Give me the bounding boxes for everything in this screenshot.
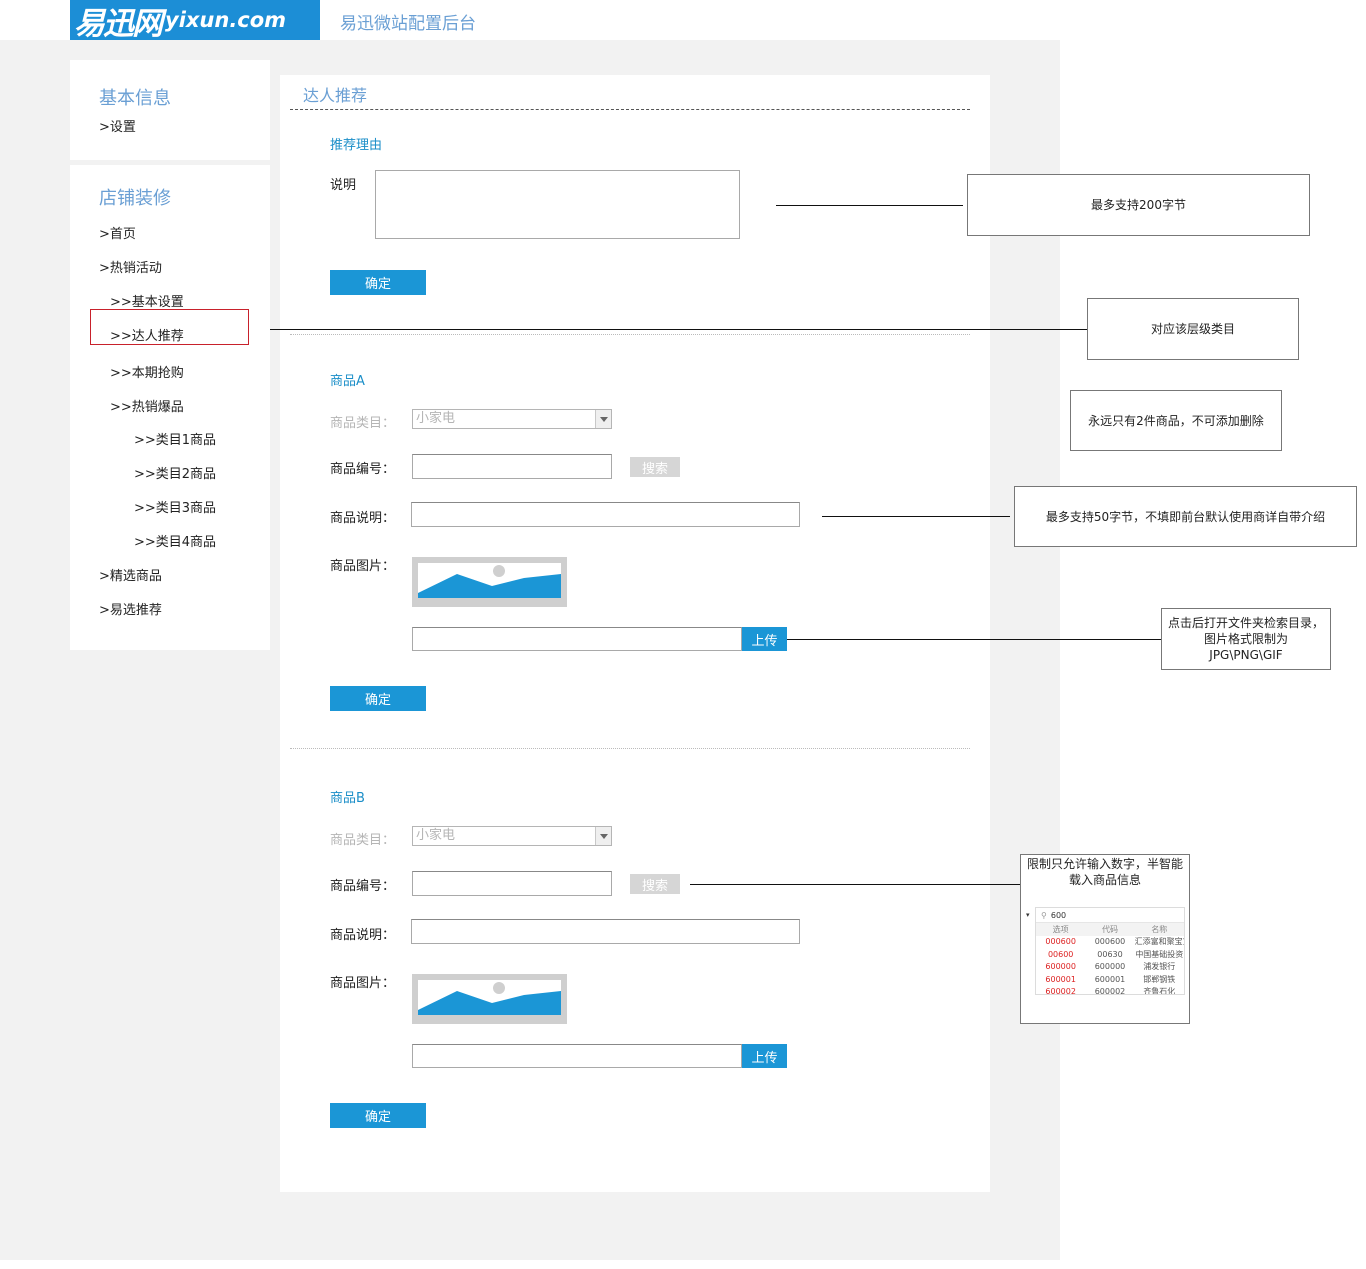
autocomplete-query: 600	[1050, 910, 1067, 920]
app-title: 易迅微站配置后台	[340, 14, 476, 34]
product-a-desc-label: 商品说明：	[330, 511, 396, 526]
product-a-upload-path[interactable]	[412, 627, 742, 651]
product-a-search-button[interactable]: 搜索	[630, 457, 680, 477]
product-b-code-input[interactable]	[412, 871, 612, 896]
page-title: 达人推荐	[303, 86, 368, 105]
product-a-upload-button[interactable]: 上传	[742, 627, 787, 651]
sidebar-item-hot-products[interactable]: >>热销爆品	[110, 396, 184, 415]
autocomplete-header-cell: 代码	[1101, 924, 1118, 934]
autocomplete-cell: 600002	[1094, 987, 1126, 995]
reason-desc-textarea[interactable]	[375, 170, 740, 239]
autocomplete-cell: 600000	[1094, 962, 1126, 972]
section-divider	[290, 334, 970, 335]
product-a-category-select: 小家电	[412, 409, 612, 429]
autocomplete-cell: 浦发银行	[1143, 962, 1176, 972]
sidebar-item-settings[interactable]: >设置	[99, 116, 136, 135]
sidebar-heading-store: 店铺装修	[99, 188, 171, 209]
autocomplete-dropdown[interactable]: ⚲ 600 选项 代码 名称 000600 000600 汇添富和聚宝货币 00…	[1035, 907, 1185, 995]
autocomplete-cell: 600001	[1094, 974, 1126, 984]
note-code-input: 限制只允许输入数字，半智能载入商品信息	[1026, 857, 1183, 887]
autocomplete-row[interactable]: 600000 600000 浦发银行	[1036, 961, 1184, 974]
note-two-items: 永远只有2件商品，不可添加删除	[1070, 390, 1282, 451]
product-a-category-label: 商品类目：	[330, 416, 396, 431]
sidebar-item-featured[interactable]: >精选商品	[99, 565, 162, 584]
section-title-reason: 推荐理由	[330, 138, 383, 153]
sidebar-group-basic	[70, 60, 270, 160]
product-b-search-button[interactable]: 搜索	[630, 874, 680, 894]
autocomplete-cell: 邯郸钢铁	[1143, 974, 1176, 984]
product-b-upload-button[interactable]: 上传	[742, 1044, 787, 1068]
autocomplete-cell: 600001	[1045, 974, 1076, 984]
sidebar-item-flash-sale[interactable]: >>本期抢购	[110, 362, 184, 381]
section-divider	[290, 748, 970, 749]
product-a-desc-input[interactable]	[411, 502, 800, 527]
autocomplete-row[interactable]: 600002 600002 齐鲁石化	[1036, 986, 1184, 995]
product-b-desc-label: 商品说明：	[330, 928, 396, 943]
autocomplete-cell: 00600	[1047, 949, 1074, 959]
annotation-connector	[690, 884, 1020, 885]
product-a-image-label: 商品图片：	[330, 559, 396, 574]
product-a-confirm-button[interactable]: 确定	[330, 686, 426, 711]
annotation-connector	[270, 329, 1087, 330]
annotation-connector	[787, 639, 1161, 640]
sidebar-item-basic-settings[interactable]: >>基本设置	[110, 291, 184, 310]
note-desc-limit: 最多支持200字节	[967, 174, 1310, 236]
search-icon: ⚲	[1041, 910, 1047, 920]
autocomplete-cell: 00630	[1097, 949, 1123, 959]
sidebar-heading-basic: 基本信息	[99, 88, 171, 109]
product-a-code-input[interactable]	[412, 454, 612, 479]
note-product-desc-limit: 最多支持50字节，不填即前台默认使用商详自带介绍	[1014, 486, 1357, 547]
product-b-desc-input[interactable]	[411, 919, 800, 944]
sidebar-item-hot-activity[interactable]: >热销活动	[99, 257, 162, 276]
product-b-category-label: 商品类目：	[330, 833, 396, 848]
autocomplete-cell: 600000	[1045, 962, 1076, 972]
brand-logo[interactable]: 易迅网 yixun.com	[70, 0, 320, 42]
product-b-image-label: 商品图片：	[330, 976, 396, 991]
logo-text-en: yixun.com	[165, 8, 287, 32]
section-title-product-a: 商品A	[330, 374, 365, 389]
product-a-category-value: 小家电	[416, 411, 456, 426]
autocomplete-cell: 600002	[1045, 987, 1076, 995]
reason-desc-label: 说明	[330, 178, 357, 193]
autocomplete-cell: 齐鲁石化	[1143, 987, 1176, 995]
caret-down-icon: ▾	[1026, 911, 1030, 919]
product-b-category-value: 小家电	[416, 828, 456, 843]
autocomplete-header-row: 选项 代码 名称	[1036, 923, 1184, 936]
sidebar-item-category-4[interactable]: >>类目4商品	[134, 531, 216, 550]
annotation-connector	[776, 205, 963, 206]
product-b-category-select: 小家电	[412, 826, 612, 846]
autocomplete-row[interactable]: 00600 00630 中国基础投资	[1036, 948, 1184, 961]
reason-confirm-button[interactable]: 确定	[330, 270, 426, 295]
chevron-down-icon	[595, 827, 611, 845]
product-b-code-label: 商品编号：	[330, 879, 396, 894]
autocomplete-cell: 汇添富和聚宝货币	[1134, 937, 1184, 947]
annotation-connector	[822, 516, 1010, 517]
autocomplete-search-row[interactable]: ⚲ 600	[1036, 908, 1184, 923]
product-b-upload-path[interactable]	[412, 1044, 742, 1068]
image-placeholder-icon	[412, 557, 567, 607]
image-placeholder-icon	[412, 974, 567, 1024]
note-level-category: 对应该层级类目	[1087, 298, 1299, 360]
autocomplete-row[interactable]: 600001 600001 邯郸钢铁	[1036, 973, 1184, 986]
sidebar-item-home[interactable]: >首页	[99, 223, 136, 242]
sidebar-item-yixuan[interactable]: >易选推荐	[99, 599, 162, 618]
note-upload: 点击后打开文件夹检索目录，图片格式限制为JPG\PNG\GIF	[1161, 608, 1331, 670]
autocomplete-cell: 000600	[1094, 937, 1126, 947]
autocomplete-header-cell: 选项	[1052, 924, 1069, 934]
sidebar-item-category-1[interactable]: >>类目1商品	[134, 429, 216, 448]
product-a-code-label: 商品编号：	[330, 462, 396, 477]
sidebar-item-category-2[interactable]: >>类目2商品	[134, 463, 216, 482]
autocomplete-cell: 000600	[1045, 937, 1076, 947]
chevron-down-icon	[595, 410, 611, 428]
section-title-product-b: 商品B	[330, 791, 365, 806]
product-b-confirm-button[interactable]: 确定	[330, 1103, 426, 1128]
autocomplete-row[interactable]: 000600 000600 汇添富和聚宝货币	[1036, 936, 1184, 949]
active-item-highlight	[90, 309, 249, 345]
autocomplete-header-cell: 名称	[1151, 924, 1168, 934]
sidebar-item-category-3[interactable]: >>类目3商品	[134, 497, 216, 516]
title-divider	[290, 109, 970, 110]
logo-text-cn: 易迅网	[74, 5, 163, 42]
autocomplete-cell: 中国基础投资	[1135, 949, 1184, 959]
